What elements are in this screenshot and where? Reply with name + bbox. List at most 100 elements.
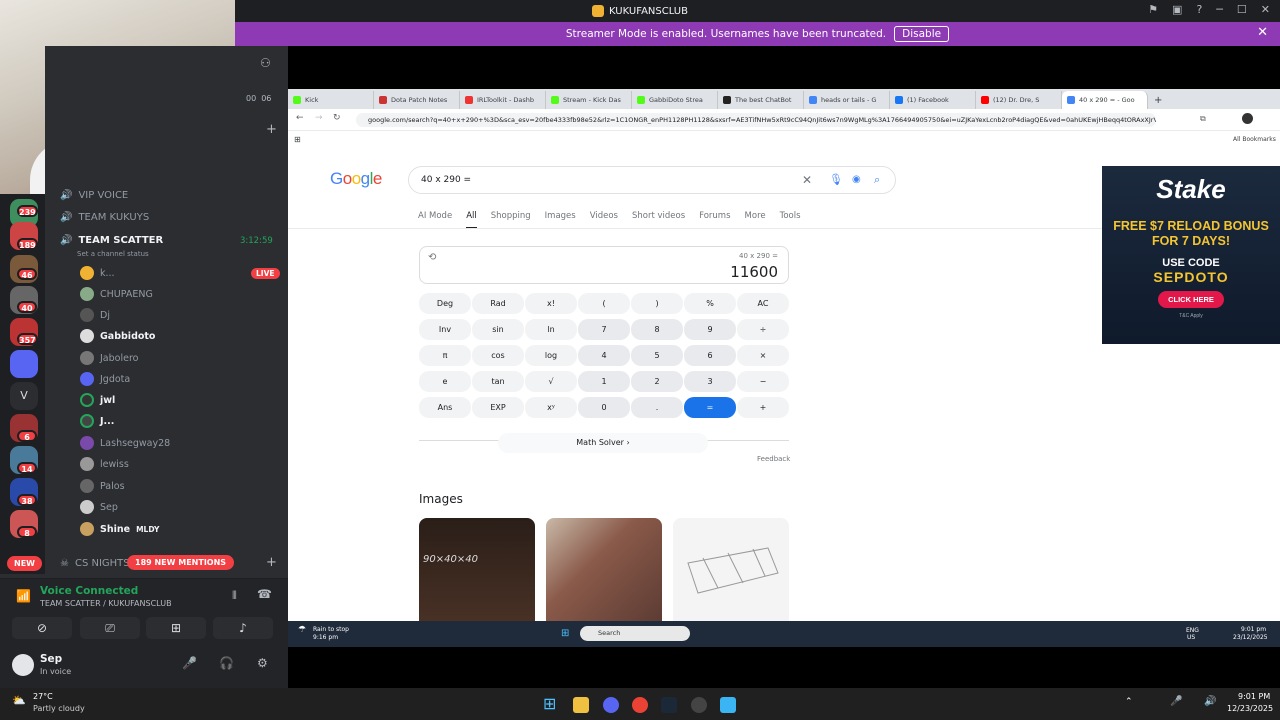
stake-ad[interactable]: Stake FREE $7 RELOAD BONUS FOR 7 DAYS! U…	[1102, 166, 1280, 344]
member[interactable]: lewiss	[80, 455, 129, 473]
tray-chevron-icon[interactable]: ⌃	[1125, 697, 1133, 707]
new-tab-icon[interactable]: +	[1154, 95, 1162, 106]
forward-icon[interactable]: →	[315, 113, 323, 123]
screen-icon[interactable]: ▣	[1172, 3, 1182, 16]
soundboard-button[interactable]: ♪	[213, 617, 273, 639]
address-bar[interactable]: google.com/search?q=40+x+290+%3D&sca_esv…	[356, 113, 1156, 127]
discord-icon[interactable]	[10, 350, 38, 378]
calc-key[interactable]: %	[684, 293, 736, 314]
calc-key[interactable]: tan	[472, 371, 524, 392]
steam-icon[interactable]	[661, 697, 677, 713]
member[interactable]: Dj	[80, 306, 110, 324]
browser-tab-active[interactable]: 40 x 290 = - Goo	[1062, 91, 1148, 109]
clock-date[interactable]: 12/23/2025	[1227, 704, 1273, 713]
tab-shopping[interactable]: Shopping	[491, 211, 531, 229]
browser-tab[interactable]: IRLToolkit - Dashb	[460, 91, 546, 109]
tab-ai-mode[interactable]: AI Mode	[418, 211, 452, 229]
member[interactable]: jwl	[80, 391, 115, 409]
browser-tab[interactable]: (12) Dr. Dre, S	[976, 91, 1062, 109]
member[interactable]: Gabbidoto	[80, 327, 155, 345]
avatar[interactable]	[12, 654, 34, 676]
profile-avatar[interactable]	[1242, 113, 1253, 124]
calc-key[interactable]: )	[631, 293, 683, 314]
calc-key[interactable]: log	[525, 345, 577, 366]
voice-channel-name[interactable]: TEAM SCATTER / KUKUFANSCLUB	[40, 599, 172, 608]
calc-key[interactable]: 1	[578, 371, 630, 392]
calc-key[interactable]: xʸ	[525, 397, 577, 418]
browser-tab[interactable]: Stream - Kick Das	[546, 91, 632, 109]
calc-key[interactable]: 2	[631, 371, 683, 392]
maximize-button[interactable]: ☐	[1237, 3, 1247, 16]
calc-key[interactable]: Deg	[419, 293, 471, 314]
search-icon[interactable]: ⌕	[874, 167, 880, 193]
calc-key[interactable]: .	[631, 397, 683, 418]
help-icon[interactable]: ?	[1196, 3, 1202, 16]
calc-key[interactable]: π	[419, 345, 471, 366]
calc-key[interactable]: 0	[578, 397, 630, 418]
voice-channel[interactable]: 🔊 VIP VOICE	[60, 190, 128, 201]
tab-images[interactable]: Images	[545, 211, 576, 229]
volume-icon[interactable]: 🔊	[1204, 696, 1216, 707]
browser-tab[interactable]: Kick	[288, 91, 374, 109]
channel-status[interactable]: Set a channel status	[77, 250, 149, 258]
calc-key[interactable]: EXP	[472, 397, 524, 418]
clear-icon[interactable]: ✕	[802, 167, 812, 193]
member[interactable]: Shine MLDY	[80, 520, 159, 538]
member[interactable]: Lashsegway28	[80, 434, 170, 452]
calc-key[interactable]: =	[684, 397, 736, 418]
server-icon[interactable]: V	[10, 382, 38, 410]
member[interactable]: Sep	[80, 498, 118, 516]
calc-key[interactable]: sin	[472, 319, 524, 340]
ad-cta-button[interactable]: CLICK HERE	[1158, 291, 1224, 308]
apps-icon[interactable]: ⊞	[294, 135, 301, 144]
taskbar-search[interactable]: Search	[580, 626, 690, 641]
tab-all[interactable]: All	[466, 211, 477, 229]
discord-icon[interactable]	[603, 697, 619, 713]
calc-key[interactable]: +	[737, 397, 789, 418]
calc-key[interactable]: 6	[684, 345, 736, 366]
settings-gear-icon[interactable]: ⚙	[257, 656, 268, 670]
calc-key[interactable]: 7	[578, 319, 630, 340]
calc-key[interactable]: 3	[684, 371, 736, 392]
member[interactable]: Jabolero	[80, 349, 138, 367]
member[interactable]: Palos	[80, 477, 125, 495]
math-solver-button[interactable]: Math Solver ›	[498, 433, 708, 453]
windows-start-icon[interactable]: ⊞	[543, 694, 556, 713]
search-input[interactable]: 40 x 290 = ✕ 🎙 ◉ ⌕	[408, 166, 896, 194]
history-icon[interactable]: ⟲	[428, 252, 436, 263]
calc-key[interactable]: x!	[525, 293, 577, 314]
calc-key[interactable]: Rad	[472, 293, 524, 314]
google-logo[interactable]: Google	[330, 169, 382, 189]
tab-videos[interactable]: Videos	[590, 211, 618, 229]
calc-key[interactable]: e	[419, 371, 471, 392]
reload-icon[interactable]: ↻	[333, 113, 341, 123]
image-thumbnail[interactable]: 90×40×40	[419, 518, 535, 621]
calc-key[interactable]: 8	[631, 319, 683, 340]
activities-button[interactable]: ⊞	[146, 617, 206, 639]
image-thumbnail[interactable]	[546, 518, 662, 621]
close-button[interactable]: ✕	[1261, 3, 1270, 16]
clock-time[interactable]: 9:01 PM	[1238, 692, 1270, 701]
add-icon[interactable]: +	[266, 122, 277, 137]
mentions-badge[interactable]: 189 NEW MENTIONS	[127, 555, 235, 570]
lens-icon[interactable]: ◉	[852, 167, 861, 193]
tab-short-videos[interactable]: Short videos	[632, 211, 685, 229]
microphone-icon[interactable]: 🎤	[182, 656, 197, 670]
microphone-icon[interactable]: 🎤	[1170, 696, 1182, 707]
camera-off-button[interactable]: ⊘	[12, 617, 72, 639]
noise-icon[interactable]: ⦀	[232, 589, 237, 603]
calc-key[interactable]: ln	[525, 319, 577, 340]
calc-key[interactable]: 9	[684, 319, 736, 340]
member[interactable]: J...	[80, 412, 114, 430]
windows-start-icon[interactable]: ⊞	[561, 628, 569, 639]
obs-icon[interactable]	[691, 697, 707, 713]
calc-key[interactable]: 4	[578, 345, 630, 366]
extensions-icon[interactable]: ⧉	[1200, 114, 1206, 124]
calc-key[interactable]: −	[737, 371, 789, 392]
calc-key[interactable]: 5	[631, 345, 683, 366]
notepad-icon[interactable]	[720, 697, 736, 713]
headphones-icon[interactable]: 🎧	[219, 656, 234, 670]
member[interactable]: Jgdota	[80, 370, 130, 388]
disable-button[interactable]: Disable	[894, 26, 950, 42]
add-friend-icon[interactable]: ⚇	[260, 56, 271, 70]
